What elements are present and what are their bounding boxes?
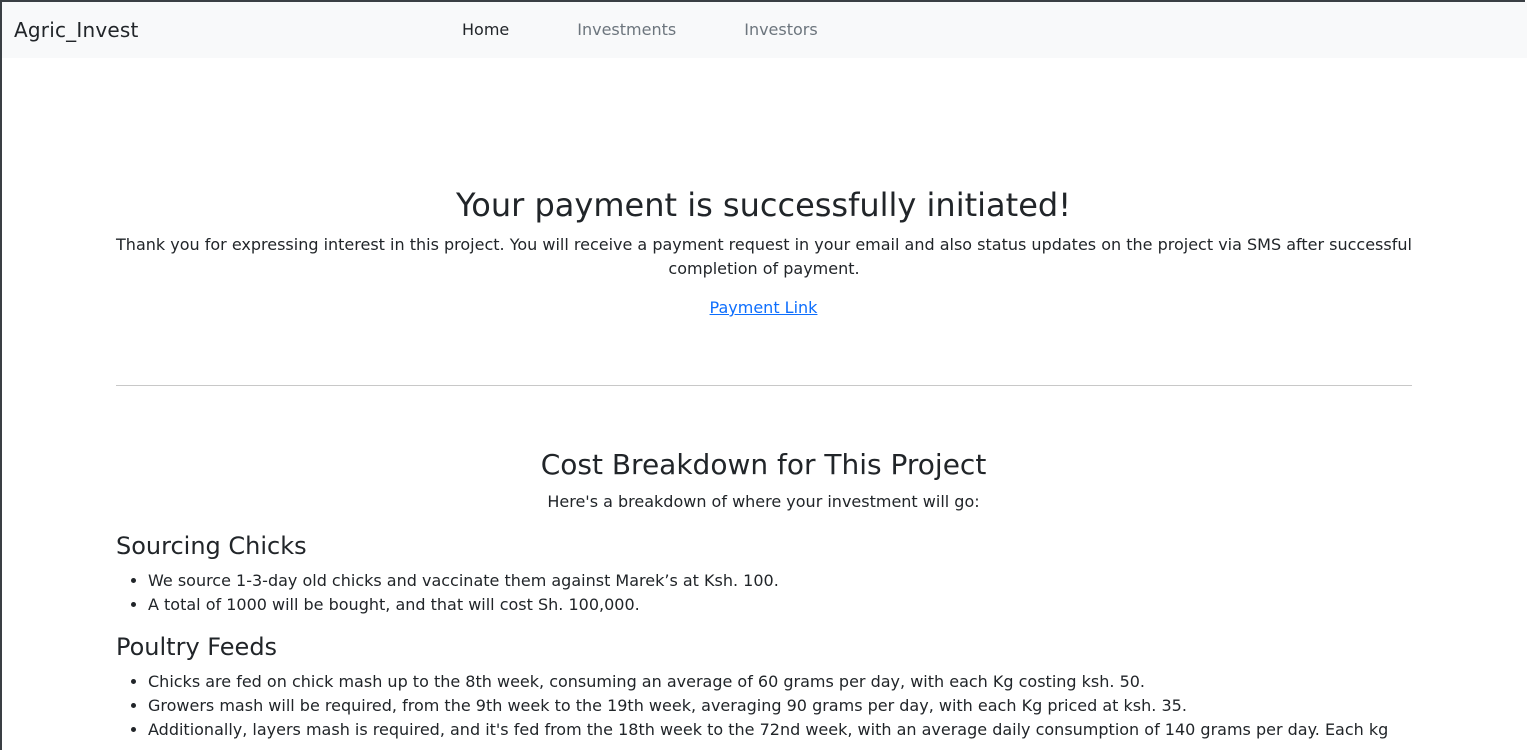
- cost-breakdown-subtitle: Here's a breakdown of where your investm…: [547, 492, 980, 511]
- navbar: Agric_Invest Home Investments Investors: [2, 2, 1527, 58]
- payment-message: Thank you for expressing interest in thi…: [116, 235, 1412, 278]
- poultry-feeds-list: Chicks are fed on chick mash up to the 8…: [116, 670, 1444, 742]
- sourcing-chicks-list: We source 1-3-day old chicks and vaccina…: [116, 569, 1444, 617]
- list-item: We source 1-3-day old chicks and vaccina…: [148, 569, 1444, 593]
- section-heading-sourcing-chicks: Sourcing Chicks: [116, 532, 307, 560]
- payment-link-container: Payment Link: [0, 298, 1527, 317]
- list-item: Growers mash will be required, from the …: [148, 694, 1444, 718]
- nav-links: Home Investments Investors: [462, 20, 886, 39]
- section-heading-poultry-feeds: Poultry Feeds: [116, 633, 278, 661]
- list-item: A total of 1000 will be bought, and that…: [148, 593, 1444, 617]
- nav-investors[interactable]: Investors: [744, 20, 817, 39]
- list-item: Chicks are fed on chick mash up to the 8…: [148, 670, 1444, 694]
- nav-investments[interactable]: Investments: [577, 20, 676, 39]
- payment-link[interactable]: Payment Link: [710, 298, 818, 317]
- cost-breakdown-title: Cost Breakdown for This Project: [540, 448, 987, 481]
- nav-home[interactable]: Home: [462, 20, 509, 39]
- page-title: Your payment is successfully initiated!: [455, 186, 1072, 224]
- list-item: Additionally, layers mash is required, a…: [148, 718, 1444, 742]
- brand-logo[interactable]: Agric_Invest: [14, 18, 139, 42]
- section-divider: [116, 385, 1412, 386]
